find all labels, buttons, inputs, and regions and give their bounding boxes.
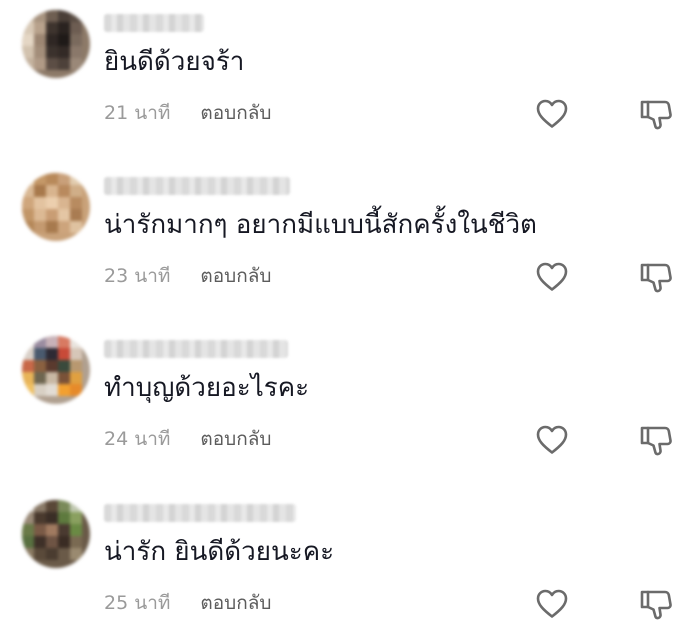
like-button[interactable] xyxy=(535,98,569,130)
comment-timestamp: 25 นาที xyxy=(104,592,171,614)
comment-item: ยินดีด้วยจร้า 21 นาที ตอบกลับ xyxy=(0,0,700,150)
like-button[interactable] xyxy=(535,588,569,620)
thumbs-down-icon xyxy=(640,100,672,130)
avatar[interactable] xyxy=(22,500,90,568)
like-button[interactable] xyxy=(535,424,569,456)
comment-meta: 23 นาที ตอบกลับ xyxy=(104,263,271,289)
username-blurred[interactable] xyxy=(104,340,288,358)
comment-timestamp: 21 นาที xyxy=(104,102,171,124)
heart-icon xyxy=(536,425,568,454)
comments-screen: { "comments": [ { "text": "ยินดีด้วยจร้า… xyxy=(0,0,700,631)
username-blurred[interactable] xyxy=(104,504,296,522)
dislike-button[interactable] xyxy=(638,424,674,458)
reply-button[interactable]: ตอบกลับ xyxy=(200,98,271,128)
heart-icon xyxy=(536,99,568,128)
thumbs-down-icon xyxy=(640,590,672,620)
comment-meta: 21 นาที ตอบกลับ xyxy=(104,100,271,126)
comment-item: น่ารักมากๆ อยากมีแบบนี้สักครั้งในชีวิต 2… xyxy=(0,163,700,313)
heart-icon xyxy=(536,262,568,291)
reply-button[interactable]: ตอบกลับ xyxy=(200,261,271,291)
dislike-button[interactable] xyxy=(638,588,674,622)
like-button[interactable] xyxy=(535,261,569,293)
reply-button[interactable]: ตอบกลับ xyxy=(200,588,271,618)
dislike-button[interactable] xyxy=(638,98,674,132)
comment-text: ทำบุญด้วยอะไรคะ xyxy=(104,373,310,403)
username-blurred[interactable] xyxy=(104,14,204,32)
comment-meta: 25 นาที ตอบกลับ xyxy=(104,590,271,616)
username-blurred[interactable] xyxy=(104,177,290,195)
comment-text: ยินดีด้วยจร้า xyxy=(104,47,245,77)
comment-timestamp: 23 นาที xyxy=(104,265,171,287)
comment-timestamp: 24 นาที xyxy=(104,428,171,450)
avatar[interactable] xyxy=(22,173,90,241)
thumbs-down-icon xyxy=(640,426,672,456)
comment-item: น่ารัก ยินดีด้วยนะคะ 25 นาที ตอบกลับ xyxy=(0,490,700,640)
dislike-button[interactable] xyxy=(638,261,674,295)
heart-icon xyxy=(536,589,568,618)
thumbs-down-icon xyxy=(640,263,672,293)
avatar[interactable] xyxy=(22,10,90,78)
comment-item: ทำบุญด้วยอะไรคะ 24 นาที ตอบกลับ xyxy=(0,326,700,476)
comment-meta: 24 นาที ตอบกลับ xyxy=(104,426,271,452)
reply-button[interactable]: ตอบกลับ xyxy=(200,424,271,454)
avatar[interactable] xyxy=(22,336,90,404)
comment-text: น่ารักมากๆ อยากมีแบบนี้สักครั้งในชีวิต xyxy=(104,210,537,240)
comment-text: น่ารัก ยินดีด้วยนะคะ xyxy=(104,537,335,567)
